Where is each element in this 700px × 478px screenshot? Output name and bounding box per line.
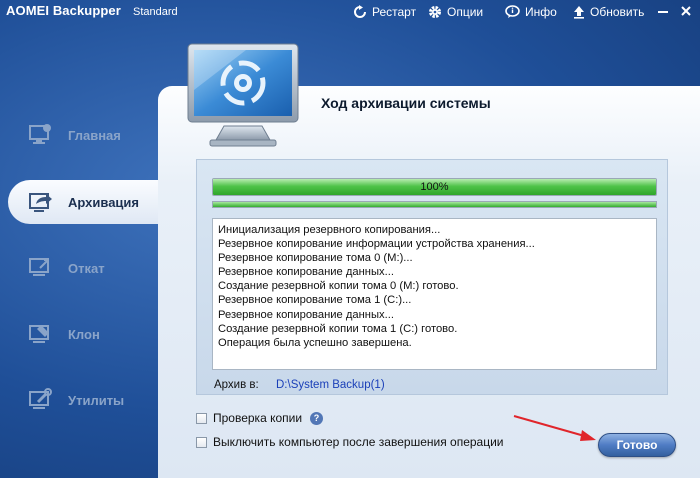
title-bar: AOMEI Backupper Standard Рестарт Опции И…	[0, 0, 700, 24]
sidebar-item-label: Клон	[68, 326, 100, 342]
log-line: Резервное копирование тома 1 (C:)...	[218, 294, 412, 307]
app-edition: Standard	[133, 6, 178, 18]
app-title: AOMEI Backupper	[6, 3, 121, 18]
secondary-progress-fill	[213, 202, 656, 207]
shutdown-label: Выключить компьютер после завершения опе…	[213, 435, 504, 449]
restart-label: Рестарт	[372, 5, 417, 19]
info-label: Инфо	[525, 5, 557, 19]
minimize-button[interactable]	[654, 2, 672, 20]
log-line: Операция была успешно завершена.	[218, 336, 412, 349]
shutdown-option[interactable]: Выключить компьютер после завершения опе…	[196, 434, 504, 450]
help-icon[interactable]: ?	[310, 411, 324, 425]
done-button[interactable]: Готово	[598, 433, 676, 457]
minimize-icon	[658, 11, 668, 13]
archive-label: Архив в:	[214, 379, 259, 391]
info-bubble-icon	[505, 5, 520, 18]
log-line: Создание резервной копии тома 0 (M:) гот…	[218, 280, 459, 293]
operation-log[interactable]: Инициализация резервного копирования... Р…	[212, 218, 657, 370]
verify-label: Проверка копии	[213, 411, 303, 425]
monitor-backup-icon	[187, 43, 299, 147]
sidebar-item-backup[interactable]: Архивация	[8, 180, 168, 224]
restart-icon	[354, 5, 366, 18]
update-menu[interactable]: Обновить	[573, 3, 644, 21]
options-label: Опции	[447, 5, 484, 19]
log-line: Резервное копирование информации устройс…	[218, 238, 535, 251]
sidebar-item-restore[interactable]: Откат	[28, 248, 105, 288]
log-line: Создание резервной копии тома 1 (C:) гот…	[218, 322, 458, 335]
utilities-icon	[29, 388, 52, 409]
home-icon	[29, 124, 51, 144]
restore-icon	[29, 258, 49, 276]
progress-bar: 100%	[212, 178, 657, 196]
shutdown-checkbox[interactable]	[196, 436, 207, 448]
clone-icon	[29, 325, 49, 343]
sidebar-item-clone[interactable]: Клон	[28, 314, 100, 354]
verify-checkbox[interactable]	[196, 412, 207, 424]
backup-icon	[29, 193, 52, 212]
options-menu[interactable]: Опции	[428, 3, 483, 21]
verify-option[interactable]: Проверка копии ?	[196, 410, 324, 426]
gear-icon	[429, 6, 441, 18]
log-line: Инициализация резервного копирования...	[218, 224, 441, 236]
restart-menu[interactable]: Рестарт	[353, 3, 416, 21]
sidebar-item-label: Утилиты	[68, 392, 125, 408]
log-line: Резервное копирование данных...	[218, 266, 394, 279]
log-line: Резервное копирование данных...	[218, 308, 394, 321]
close-icon	[681, 6, 691, 16]
info-menu[interactable]: Инфо	[505, 3, 557, 21]
sidebar-item-label: Архивация	[68, 194, 139, 210]
update-label: Обновить	[590, 5, 645, 19]
archive-path: D:\System Backup(1)	[276, 379, 385, 391]
sidebar-item-label: Главная	[68, 127, 121, 143]
secondary-progress-bar	[212, 201, 657, 208]
sidebar-item-label: Откат	[68, 260, 105, 276]
progress-percent: 100%	[420, 181, 449, 193]
close-button[interactable]	[677, 2, 695, 20]
log-line: Резервное копирование тома 0 (M:)...	[218, 252, 413, 265]
sidebar-item-home[interactable]: Главная	[28, 115, 121, 155]
upload-arrow-icon	[574, 6, 584, 19]
sidebar-item-utilities[interactable]: Утилиты	[28, 380, 124, 420]
page-title: Ход архивации системы	[321, 95, 491, 111]
